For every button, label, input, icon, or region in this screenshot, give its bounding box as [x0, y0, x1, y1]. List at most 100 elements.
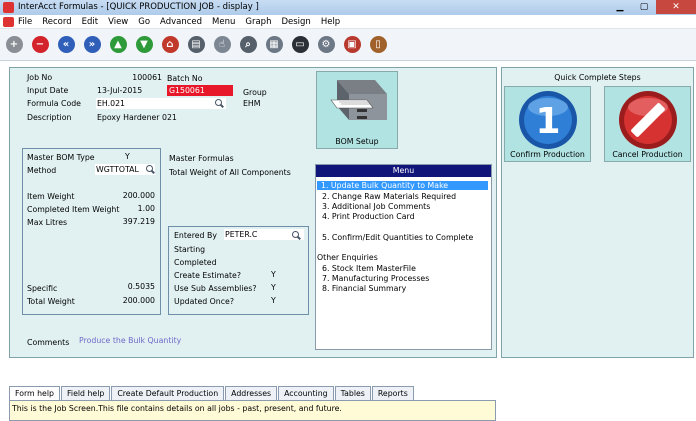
completed-item-weight-label: Completed Item Weight — [27, 205, 120, 214]
number-one-icon: 1 — [519, 91, 577, 149]
pointer-button[interactable]: ☝ — [212, 35, 232, 55]
settings-gear-button[interactable]: ⚙ — [316, 35, 336, 55]
description-label: Description — [27, 113, 72, 122]
menu-go[interactable]: Go — [138, 17, 150, 27]
menu-change-raw-materials[interactable]: 2. Change Raw Materials Required — [322, 192, 456, 201]
bom-setup-button[interactable]: BOM Setup — [316, 71, 398, 149]
delete-button[interactable]: − — [30, 35, 50, 55]
filing-drawer-icon — [330, 80, 387, 120]
close-icon[interactable]: ✕ — [656, 0, 696, 14]
tab-reports[interactable]: Reports — [371, 386, 414, 400]
menu-record[interactable]: Record — [42, 17, 71, 27]
job-menu: Menu 1. Update Bulk Quantity to Make 2. … — [315, 164, 492, 350]
last-record-button[interactable]: » — [82, 35, 102, 55]
document-icon — [3, 16, 14, 27]
updated-once-value: Y — [271, 296, 276, 305]
first-record-button[interactable]: « — [56, 35, 76, 55]
menu-manufacturing-processes[interactable]: 7. Manufacturing Processes — [322, 274, 429, 283]
total-weight-all-components-label: Total Weight of All Components — [169, 168, 291, 177]
minimize-icon[interactable]: ▁ — [608, 0, 632, 14]
previous-up-button[interactable]: ▲ — [108, 35, 128, 55]
entered-by-lookup-search-icon[interactable] — [292, 231, 301, 240]
menu-financial-summary[interactable]: 8. Financial Summary — [322, 284, 406, 293]
menu-edit[interactable]: Edit — [82, 17, 98, 27]
cancel-production-button[interactable]: Cancel Production — [604, 86, 691, 162]
menu-advanced[interactable]: Advanced — [160, 17, 202, 27]
specific-value: 0.5035 — [127, 282, 155, 291]
table-button[interactable]: ▦ — [264, 35, 284, 55]
help-text-box: This is the Job Screen.This file contain… — [9, 400, 496, 421]
description-value: Epoxy Hardener 021 — [97, 113, 177, 122]
printer-icon: ▤ — [187, 36, 205, 53]
menu-menu[interactable]: Menu — [212, 17, 235, 27]
tab-tables[interactable]: Tables — [334, 386, 371, 400]
create-estimate-value: Y — [271, 270, 276, 279]
menu-file[interactable]: File — [18, 17, 32, 27]
tab-create-default-production[interactable]: Create Default Production — [111, 386, 225, 400]
help-tabs: Form help Field help Create Default Prod… — [9, 386, 415, 400]
maximize-icon[interactable]: ▢ — [632, 0, 656, 14]
job-form-panel: Job No 100061 Batch No Input Date 13-Jul… — [9, 67, 497, 358]
input-date-value: 13-Jul-2015 — [97, 86, 143, 95]
total-weight-label: Total Weight — [27, 297, 75, 306]
window-title: InterAcct Formulas - [QUICK PRODUCTION J… — [18, 2, 259, 12]
monitor-button[interactable]: ▭ — [290, 35, 310, 55]
exit-door-button[interactable]: ▯ — [368, 35, 388, 55]
next-down-button[interactable]: ▼ — [134, 35, 154, 55]
use-sub-assemblies-value: Y — [271, 283, 276, 292]
tab-addresses[interactable]: Addresses — [225, 386, 278, 400]
cancel-production-label: Cancel Production — [612, 150, 683, 159]
delete-icon: − — [31, 36, 49, 53]
use-sub-assemblies-label: Use Sub Assemblies? — [174, 284, 257, 293]
home-button[interactable]: ⌂ — [160, 35, 180, 55]
help-text: This is the Job Screen.This file contain… — [12, 404, 342, 413]
menu-print-production-card[interactable]: 4. Print Production Card — [322, 212, 415, 221]
menu-additional-comments[interactable]: 3. Additional Job Comments — [322, 202, 430, 211]
tab-field-help[interactable]: Field help — [60, 386, 111, 400]
calendar-button[interactable]: ▣ — [342, 35, 362, 55]
job-menu-header: Menu — [316, 165, 491, 177]
tab-accounting[interactable]: Accounting — [278, 386, 334, 400]
starting-label: Starting — [174, 245, 206, 254]
menu-view[interactable]: View — [108, 17, 128, 27]
previous-up-icon: ▲ — [109, 36, 127, 53]
tab-form-help[interactable]: Form help — [9, 386, 60, 400]
method-value: WGTTOTAL — [96, 165, 139, 174]
create-estimate-label: Create Estimate? — [174, 271, 241, 280]
settings-gear-icon: ⚙ — [317, 36, 335, 53]
formula-code-label: Formula Code — [27, 99, 81, 108]
menu-help[interactable]: Help — [321, 17, 340, 27]
method-lookup-search-icon[interactable] — [146, 165, 155, 174]
cancel-stop-icon — [619, 91, 677, 149]
app-logo-icon — [3, 2, 14, 13]
menu-design[interactable]: Design — [281, 17, 310, 27]
comments-label: Comments — [27, 338, 70, 347]
menu-stock-item-masterfile[interactable]: 6. Stock Item MasterFile — [322, 264, 416, 273]
menu-confirm-edit-quantities[interactable]: 5. Confirm/Edit Quantities to Complete — [322, 233, 473, 242]
formula-lookup-search-icon[interactable] — [215, 99, 224, 108]
add-button[interactable]: + — [4, 35, 24, 55]
group-label: Group — [243, 88, 267, 97]
quick-complete-title: Quick Complete Steps — [554, 73, 641, 82]
comments-value[interactable]: Produce the Bulk Quantity — [79, 336, 181, 345]
calendar-icon: ▣ — [343, 36, 361, 53]
completed-label: Completed — [174, 258, 217, 267]
entered-by-label: Entered By — [174, 231, 217, 240]
search-button[interactable]: ⌕ — [238, 35, 258, 55]
quick-complete-panel: Quick Complete Steps 1 Confirm Productio… — [501, 67, 694, 358]
menu-graph[interactable]: Graph — [245, 17, 271, 27]
title-bar: InterAcct Formulas - [QUICK PRODUCTION J… — [0, 0, 696, 15]
exit-door-icon: ▯ — [369, 36, 387, 53]
home-icon: ⌂ — [161, 36, 179, 53]
method-label: Method — [27, 166, 57, 175]
window-controls: ▁ ▢ ✕ — [608, 0, 696, 15]
menu-update-bulk-quantity[interactable]: 1. Update Bulk Quantity to Make — [317, 181, 488, 190]
confirm-step-number: 1 — [535, 101, 560, 142]
master-bom-type-value: Y — [125, 152, 130, 161]
toolbar: + − « » ▲ ▼ ⌂ ▤ ☝ ⌕ ▦ ▭ ⚙ ▣ ▯ — [0, 29, 696, 61]
first-record-icon: « — [57, 36, 75, 53]
printer-button[interactable]: ▤ — [186, 35, 206, 55]
max-litres-value: 397.219 — [122, 217, 155, 226]
confirm-production-button[interactable]: 1 Confirm Production — [504, 86, 591, 162]
batch-no-field[interactable]: G150061 — [167, 85, 233, 96]
